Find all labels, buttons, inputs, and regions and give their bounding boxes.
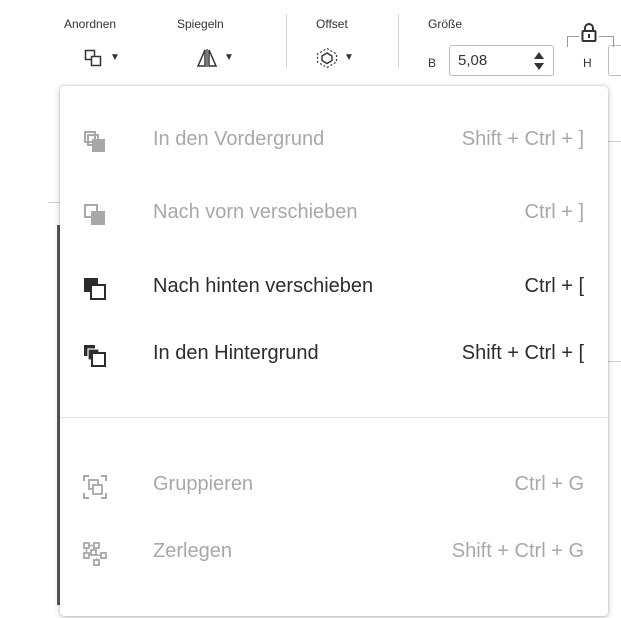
menu-item-label: In den Hintergrund (153, 342, 319, 364)
chevron-down-icon: ▼ (344, 52, 354, 63)
group-icon (82, 474, 108, 500)
menu-item-label: Nach vorn verschieben (153, 201, 358, 223)
width-stepper[interactable] (533, 50, 545, 72)
height-prefix: H (583, 56, 592, 70)
toolbar-divider (286, 14, 287, 68)
canvas-line (608, 361, 621, 362)
menu-item-label: Nach hinten verschieben (153, 275, 374, 297)
ungroup-icon (82, 541, 108, 567)
width-prefix: B (428, 56, 437, 70)
bring-forward-icon (82, 202, 108, 228)
mirror-label: Spiegeln (177, 17, 224, 31)
arrange-dropdown-menu: In den Vordergrund Shift + Ctrl + ] Nach… (60, 86, 608, 616)
menu-item-shortcut: Shift + Ctrl + G (451, 540, 584, 562)
mirror-icon (196, 48, 218, 68)
menu-item-bring-to-front[interactable]: In den Vordergrund Shift + Ctrl + ] (60, 116, 608, 166)
menu-divider (60, 417, 608, 418)
menu-item-group[interactable]: Gruppieren Ctrl + G (60, 461, 608, 511)
menu-item-label: In den Vordergrund (153, 128, 325, 150)
canvas-line (608, 141, 621, 142)
menu-item-shortcut: Ctrl + [ (524, 275, 584, 297)
size-label: Größe (428, 17, 463, 31)
bring-to-front-icon (82, 129, 108, 155)
menu-item-label: Zerlegen (153, 540, 232, 562)
send-backward-icon (82, 276, 108, 302)
menu-item-shortcut: Ctrl + ] (524, 201, 584, 223)
menu-item-send-backward[interactable]: Nach hinten verschieben Ctrl + [ (60, 263, 608, 313)
menu-item-bring-forward[interactable]: Nach vorn verschieben Ctrl + ] (60, 189, 608, 239)
chevron-down-icon: ▼ (110, 52, 120, 63)
offset-button[interactable]: ▼ (316, 43, 354, 73)
chevron-down-icon: ▼ (224, 52, 234, 63)
canvas-line (48, 202, 60, 203)
menu-item-send-to-back[interactable]: In den Hintergrund Shift + Ctrl + [ (60, 330, 608, 380)
menu-item-label: Gruppieren (153, 473, 254, 495)
toolbar: Anordnen ▼ Spiegeln ▼ Offset ▼ Größe B 5… (0, 0, 621, 88)
arrange-button[interactable]: ▼ (84, 43, 120, 73)
offset-label: Offset (316, 17, 348, 31)
lock-icon[interactable] (579, 22, 599, 47)
toolbar-divider (398, 14, 399, 68)
send-to-back-icon (82, 343, 108, 369)
mirror-button[interactable]: ▼ (196, 43, 234, 73)
menu-item-shortcut: Ctrl + G (514, 473, 584, 495)
menu-item-ungroup[interactable]: Zerlegen Shift + Ctrl + G (60, 528, 608, 578)
arrange-icon (84, 49, 104, 67)
arrange-label: Anordnen (64, 17, 117, 31)
menu-item-shortcut: Shift + Ctrl + [ (461, 342, 584, 364)
height-input[interactable] (608, 45, 621, 76)
menu-item-shortcut: Shift + Ctrl + ] (461, 128, 584, 150)
offset-icon (316, 47, 338, 69)
